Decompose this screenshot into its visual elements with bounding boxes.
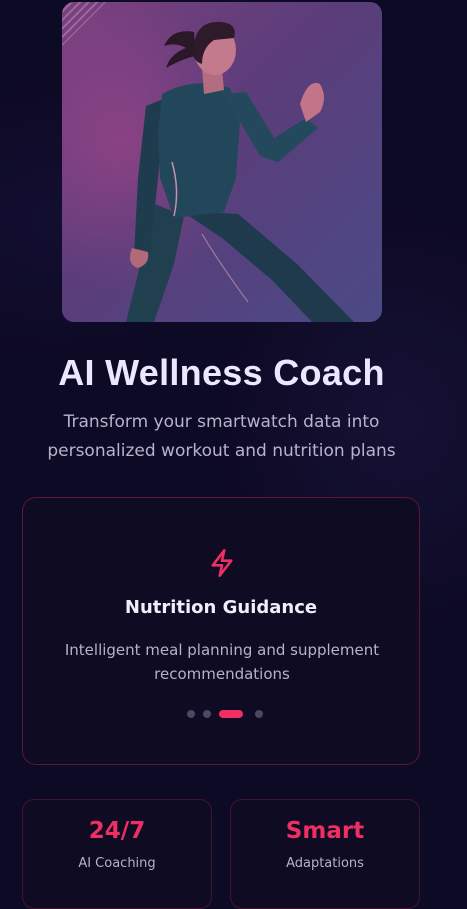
feature-carousel-card[interactable]: Nutrition Guidance Intelligent meal plan… (22, 497, 420, 765)
stat-label: AI Coaching (78, 856, 156, 871)
stat-card-adaptations: Smart Adaptations (230, 799, 420, 909)
feature-title: Nutrition Guidance (124, 597, 318, 618)
page-subtitle: Transform your smartwatch data into pers… (47, 412, 396, 461)
page-title: AI Wellness Coach (58, 352, 385, 393)
stat-label: Adaptations (286, 856, 364, 871)
stat-card-coaching: 24/7 AI Coaching (22, 799, 212, 909)
stat-value: 24/7 (88, 818, 146, 844)
runner-illustration (126, 21, 354, 322)
carousel-dot-1[interactable] (187, 710, 195, 718)
feature-description: Intelligent meal planning and supplement… (64, 641, 380, 683)
carousel-dot-3[interactable] (219, 710, 243, 718)
lightning-bolt-icon (211, 549, 233, 577)
carousel-dot-2[interactable] (203, 710, 211, 718)
hero-image (62, 2, 382, 322)
stat-value: Smart (285, 818, 365, 844)
carousel-pagination (23, 710, 419, 718)
carousel-dot-4[interactable] (255, 710, 263, 718)
